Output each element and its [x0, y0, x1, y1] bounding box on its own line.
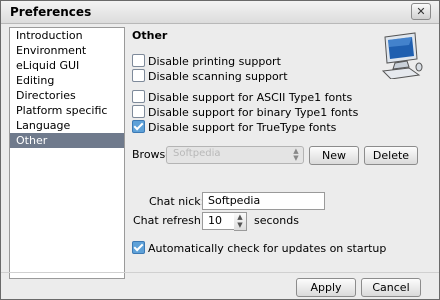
- checkbox-label: Disable printing support: [148, 55, 281, 68]
- category-list: Introduction Environment eLiquid GUI Edi…: [9, 27, 125, 279]
- sidebar-item-language[interactable]: Language: [10, 118, 124, 133]
- refresh-stepper[interactable]: ▲ ▼: [234, 212, 247, 231]
- checkbox-disable-ascii-type1[interactable]: Disable support for ASCII Type1 fonts: [132, 90, 352, 104]
- checkbox-box[interactable]: [132, 69, 145, 82]
- sidebar-item-introduction[interactable]: Introduction: [10, 28, 124, 43]
- footer-divider: [1, 272, 439, 273]
- checkbox-disable-printing[interactable]: Disable printing support: [132, 54, 281, 68]
- sidebar-item-other[interactable]: Other: [10, 133, 124, 148]
- title-bar: Preferences ✕: [1, 1, 439, 24]
- checkbox-box[interactable]: [132, 105, 145, 118]
- chevron-updown-icon: ▲ ▼: [293, 147, 299, 162]
- sidebar-item-eliquid-gui[interactable]: eLiquid GUI: [10, 58, 124, 73]
- section-title: Other: [132, 29, 168, 42]
- chat-nick-label: Chat nick:: [149, 195, 205, 208]
- chat-refresh-label: Chat refresh:: [133, 214, 205, 227]
- computer-icon: [381, 32, 423, 79]
- sidebar-item-platform-specific[interactable]: Platform specific: [10, 103, 124, 118]
- apply-button[interactable]: Apply: [296, 278, 356, 297]
- checkbox-box[interactable]: [132, 241, 145, 254]
- preferences-window: Preferences ✕ Introduction Environment e…: [0, 0, 440, 300]
- chat-refresh-input[interactable]: 10: [202, 212, 235, 230]
- delete-browser-button[interactable]: Delete: [364, 146, 418, 165]
- checkbox-label: Disable support for ASCII Type1 fonts: [148, 91, 353, 104]
- checkbox-disable-binary-type1[interactable]: Disable support for binary Type1 fonts: [132, 105, 358, 119]
- chat-nick-input[interactable]: Softpedia: [202, 192, 325, 210]
- sidebar-item-directories[interactable]: Directories: [10, 88, 124, 103]
- checkbox-auto-update[interactable]: Automatically check for updates on start…: [132, 241, 386, 255]
- close-button[interactable]: ✕: [411, 3, 431, 20]
- window-title: Preferences: [10, 5, 92, 19]
- sidebar-item-editing[interactable]: Editing: [10, 73, 124, 88]
- checkbox-disable-truetype[interactable]: Disable support for TrueType fonts: [132, 120, 336, 134]
- checkbox-box[interactable]: [132, 54, 145, 67]
- refresh-unit-label: seconds: [254, 214, 299, 227]
- checkbox-label: Automatically check for updates on start…: [148, 242, 387, 255]
- checkbox-label: Disable support for TrueType fonts: [148, 121, 337, 134]
- checkbox-disable-scanning[interactable]: Disable scanning support: [132, 69, 288, 83]
- checkbox-label: Disable scanning support: [148, 70, 288, 83]
- checkbox-box[interactable]: [132, 90, 145, 103]
- cancel-button[interactable]: Cancel: [361, 278, 421, 297]
- sidebar-item-environment[interactable]: Environment: [10, 43, 124, 58]
- checkbox-box[interactable]: [132, 120, 145, 133]
- browser-select-value: Softpedia: [173, 148, 221, 159]
- browser-select[interactable]: Softpedia ▲ ▼: [166, 146, 304, 164]
- checkbox-label: Disable support for binary Type1 fonts: [148, 106, 359, 119]
- new-browser-button[interactable]: New: [309, 146, 359, 165]
